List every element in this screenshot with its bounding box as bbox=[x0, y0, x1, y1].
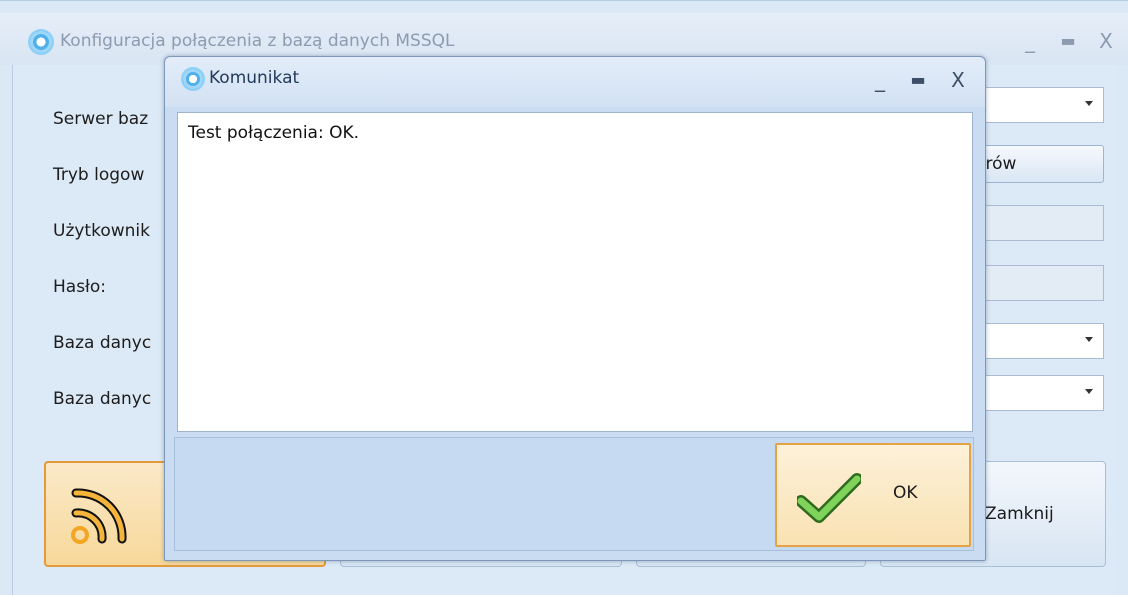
dialog-minimize-button[interactable]: _ bbox=[863, 65, 897, 95]
checkmark-icon bbox=[797, 473, 861, 523]
database-label-2: Baza danyc bbox=[53, 389, 152, 409]
rss-signal-icon bbox=[71, 488, 127, 544]
dialog-footer: OK bbox=[174, 437, 974, 551]
server-label: Serwer baz bbox=[53, 109, 149, 129]
dropdown-arrow-icon bbox=[1085, 101, 1093, 106]
minimize-button[interactable]: _ bbox=[1012, 25, 1048, 57]
ok-button[interactable]: OK bbox=[775, 443, 971, 547]
password-label: Hasło: bbox=[53, 277, 107, 297]
message-box: Test połączenia: OK. bbox=[177, 112, 973, 432]
dialog-close-button[interactable]: X bbox=[941, 65, 975, 95]
dialog-titlebar: Komunikat _ ▬ X bbox=[165, 57, 985, 107]
message-text: Test połączenia: OK. bbox=[188, 123, 360, 143]
maximize-button[interactable]: ▬ bbox=[1050, 25, 1086, 57]
app-icon bbox=[181, 67, 205, 91]
main-window-title: Konfiguracja połączenia z bazą danych MS… bbox=[60, 31, 455, 51]
ok-label: OK bbox=[893, 483, 918, 503]
user-label: Użytkownik bbox=[53, 221, 150, 241]
message-dialog: Komunikat _ ▬ X Test połączenia: OK. OK bbox=[164, 56, 986, 561]
app-icon bbox=[28, 29, 54, 55]
dropdown-arrow-icon bbox=[1085, 389, 1093, 394]
login-mode-label: Tryb logow bbox=[53, 165, 145, 185]
zamknij-label: Zamknij bbox=[985, 504, 1054, 524]
dialog-maximize-button[interactable]: ▬ bbox=[901, 65, 935, 95]
close-button[interactable]: X bbox=[1088, 25, 1124, 57]
database-label-1: Baza danyc bbox=[53, 333, 152, 353]
dropdown-arrow-icon bbox=[1085, 337, 1093, 342]
dialog-title: Komunikat bbox=[209, 68, 300, 88]
